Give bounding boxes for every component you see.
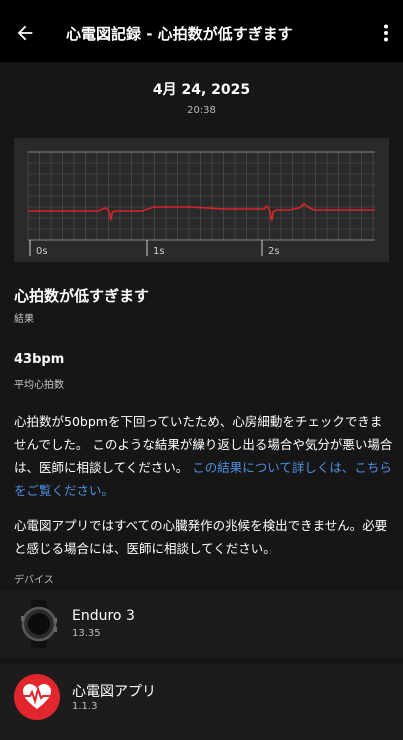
ecg-chart: 0s 1s 2s — [27, 151, 375, 257]
time-label-1: 1s — [153, 246, 165, 257]
result-description: 心拍数が50bpmを下回っていたため、心房細動をチェックできませんでした。 この… — [14, 410, 394, 502]
device-name: Enduro 3 — [72, 608, 135, 624]
heart-rate-label: 平均心拍数 — [14, 380, 64, 391]
time-label-2: 2s — [268, 246, 280, 257]
back-arrow-icon[interactable] — [14, 22, 36, 44]
device-item-ecg-app[interactable]: 心電図アプリ 1.1.3 — [0, 664, 403, 740]
top-app-bar: 心電図記録 - 心拍数が低すぎます — [0, 0, 403, 62]
disclaimer-text: 心電図アプリではすべての心臓発作の兆候を検出できません。必要と感じる場合には、医… — [14, 518, 388, 556]
device-item-enduro[interactable]: Enduro 3 13.35 — [0, 590, 403, 658]
time-label-0: 0s — [36, 246, 48, 257]
device-name: 心電図アプリ — [72, 684, 156, 700]
record-time: 20:38 — [187, 105, 216, 116]
device-version: 13.35 — [72, 628, 101, 639]
ecg-app-icon — [14, 674, 60, 720]
watch-icon — [21, 600, 57, 648]
device-version: 1.1.3 — [72, 701, 98, 712]
ecg-waveform — [28, 203, 375, 222]
ecg-strip: 0s 1s 2s — [14, 138, 389, 262]
devices-section-label: デバイス — [14, 575, 54, 586]
record-date: 4月 24, 2025 — [152, 82, 251, 98]
result-value: 心拍数が低すぎます — [14, 287, 150, 305]
page-title: 心電図記録 - 心拍数が低すぎます — [66, 25, 293, 43]
more-options-icon[interactable] — [383, 24, 389, 42]
heart-rate-value: 43bpm — [14, 352, 65, 367]
result-label: 結果 — [14, 314, 34, 325]
